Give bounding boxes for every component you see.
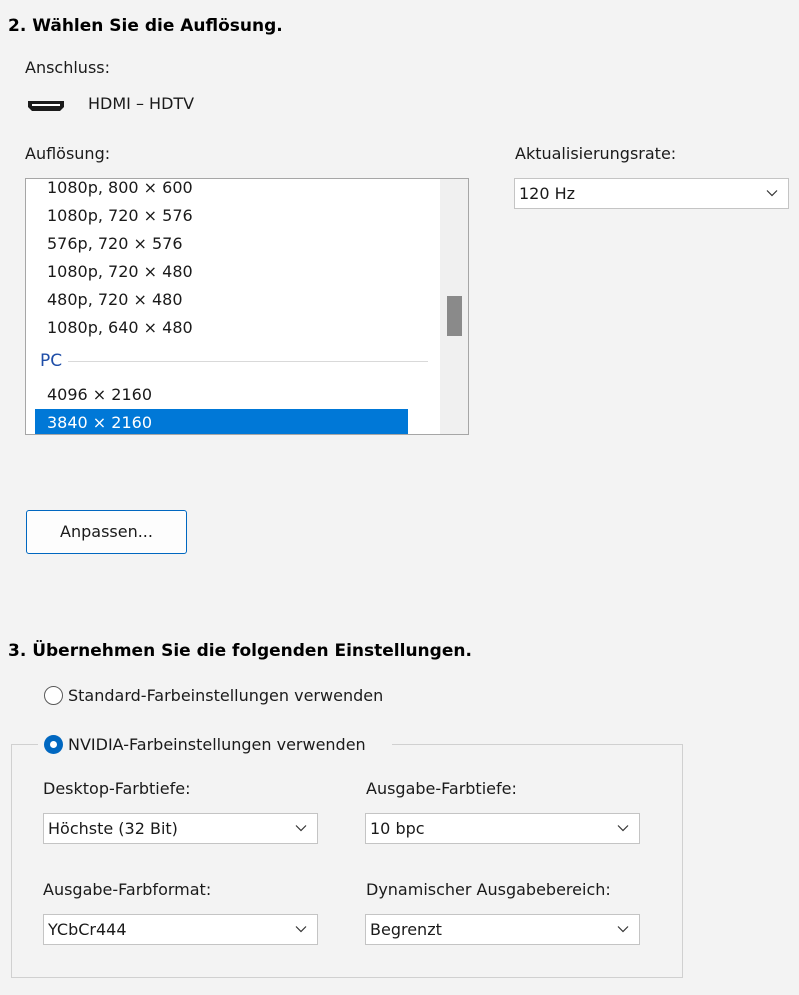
group-divider [68,361,428,362]
default-color-radio[interactable] [44,686,63,705]
list-item[interactable]: 480p, 720 × 480 [35,286,408,314]
chevron-down-icon [617,926,629,933]
output-format-value: YCbCr444 [48,920,127,939]
refresh-rate-dropdown[interactable]: 120 Hz [514,178,789,209]
refresh-rate-value: 120 Hz [519,184,576,203]
list-item[interactable]: 1080p, 800 × 600 [35,179,408,202]
dynamic-range-label: Dynamischer Ausgabebereich: [366,880,611,899]
desktop-depth-value: Höchste (32 Bit) [48,819,178,838]
default-color-radio-label[interactable]: Standard-Farbeinstellungen verwenden [68,686,383,705]
radio-unchecked-icon[interactable] [44,686,63,705]
list-item-selected[interactable]: 3840 × 2160 [35,409,408,434]
nvidia-color-radio-label[interactable]: NVIDIA-Farbeinstellungen verwenden [68,735,366,754]
radio-checked-icon[interactable] [44,735,63,754]
desktop-depth-dropdown[interactable]: Höchste (32 Bit) [43,813,318,844]
output-depth-dropdown[interactable]: 10 bpc [365,813,640,844]
dynamic-range-value: Begrenzt [370,920,442,939]
resolution-label: Auflösung: [25,144,111,163]
connector-label: Anschluss: [25,58,111,77]
chevron-down-icon [295,926,307,933]
nvidia-color-radio[interactable] [44,735,63,754]
list-item[interactable]: 4096 × 2160 [35,381,408,409]
connector-value: HDMI – HDTV [88,94,195,113]
desktop-depth-label: Desktop-Farbtiefe: [43,779,191,798]
dynamic-range-dropdown[interactable]: Begrenzt [365,914,640,945]
chevron-down-icon [617,825,629,832]
section-3-title: 3. Übernehmen Sie die folgenden Einstell… [8,641,472,661]
customize-button[interactable]: Anpassen... [26,510,187,554]
section-2-title: 2. Wählen Sie die Auflösung. [8,16,283,36]
output-depth-value: 10 bpc [370,819,425,838]
listbox-scrollbar[interactable] [440,179,468,434]
output-format-dropdown[interactable]: YCbCr444 [43,914,318,945]
chevron-down-icon [295,825,307,832]
output-format-label: Ausgabe-Farbformat: [43,880,212,899]
list-item[interactable]: 576p, 720 × 576 [35,230,408,258]
resolution-listbox[interactable]: 1080p, 800 × 600 1080p, 720 × 576 576p, … [25,178,469,435]
pc-group-header: PC [40,351,63,371]
list-item[interactable]: 1080p, 640 × 480 [35,314,408,342]
output-depth-label: Ausgabe-Farbtiefe: [366,779,517,798]
refresh-rate-label: Aktualisierungsrate: [515,144,677,163]
list-item[interactable]: 1080p, 720 × 480 [35,258,408,286]
list-item[interactable]: 1080p, 720 × 576 [35,202,408,230]
scrollbar-thumb[interactable] [447,296,462,336]
chevron-down-icon [766,190,778,197]
hdmi-icon [27,97,65,116]
